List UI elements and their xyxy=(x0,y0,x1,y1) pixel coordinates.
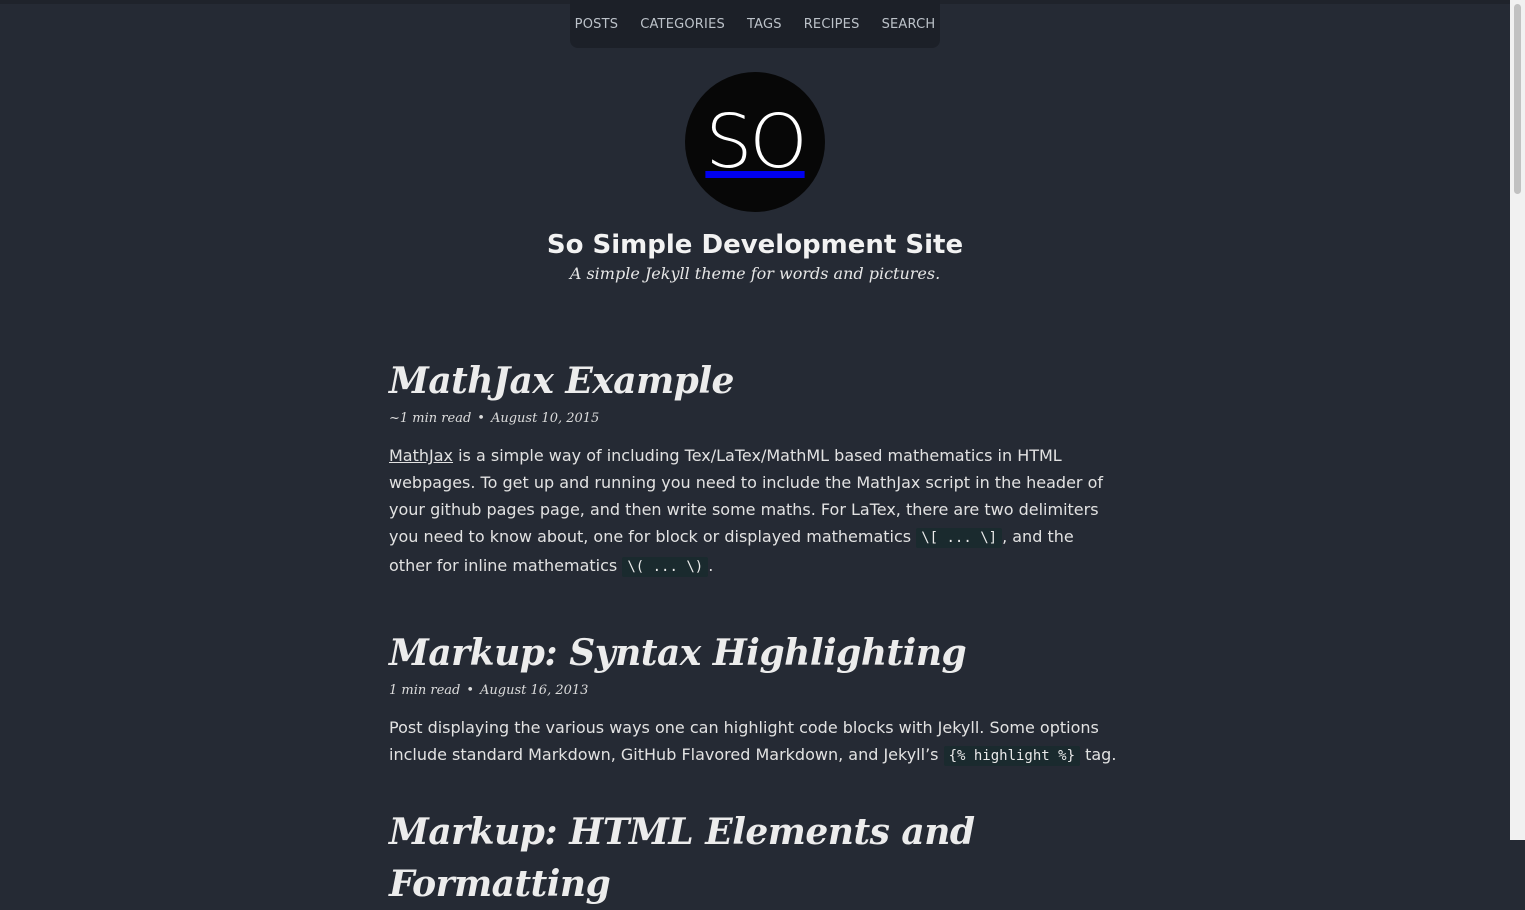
post-title-link[interactable]: Markup: Syntax Highlighting xyxy=(389,632,967,674)
post-excerpt: MathJax is a simple way of including Tex… xyxy=(389,442,1119,581)
nav-tags[interactable]: TAGS xyxy=(747,17,782,32)
nav-categories[interactable]: CATEGORIES xyxy=(640,17,725,32)
page-scrollbar[interactable] xyxy=(1510,0,1525,840)
post-meta: 1 min read • August 16, 2013 xyxy=(389,683,1119,698)
post-item: Markup: Syntax Highlighting 1 min read • A… xyxy=(389,627,1119,770)
scrollbar-thumb[interactable] xyxy=(1514,4,1521,194)
site-logo-text: SO xyxy=(705,99,807,185)
meta-separator: • xyxy=(466,683,475,698)
mathjax-link[interactable]: MathJax xyxy=(389,446,453,465)
nav-posts[interactable]: POSTS xyxy=(575,17,619,32)
post-meta: ~1 min read • August 10, 2015 xyxy=(389,411,1119,426)
nav-search[interactable]: SEARCH xyxy=(882,17,936,32)
post-title-link[interactable]: MathJax Example xyxy=(389,360,734,402)
post-date: August 16, 2013 xyxy=(480,683,589,698)
post-item: Markup: HTML Elements and Formatting xyxy=(389,806,1119,910)
post-read-time: 1 min read xyxy=(389,683,461,698)
post-date: August 10, 2015 xyxy=(490,411,600,426)
post-excerpt: Post displaying the various ways one can… xyxy=(389,714,1119,770)
excerpt-text: tag. xyxy=(1080,745,1117,764)
post-list: MathJax Example ~1 min read • August 10, 2… xyxy=(389,355,1119,910)
site-description: A simple Jekyll theme for words and pict… xyxy=(569,264,941,283)
inline-code: {% highlight %} xyxy=(943,746,1081,766)
post-title-link[interactable]: Markup: HTML Elements and Formatting xyxy=(389,811,975,905)
inline-code: \[ ... \] xyxy=(916,528,1003,548)
excerpt-text: . xyxy=(708,556,714,575)
post-title: MathJax Example xyxy=(389,355,1119,407)
post-read-time: ~1 min read xyxy=(389,411,472,426)
post-title: Markup: Syntax Highlighting xyxy=(389,627,1119,679)
nav-recipes[interactable]: RECIPES xyxy=(804,17,860,32)
main-nav: POSTS CATEGORIES TAGS RECIPES SEARCH xyxy=(570,0,940,48)
site-title[interactable]: So Simple Development Site xyxy=(0,230,1510,260)
post-item: MathJax Example ~1 min read • August 10, 2… xyxy=(389,355,1119,581)
site-logo[interactable]: SO xyxy=(685,72,825,212)
meta-separator: • xyxy=(477,411,485,426)
post-title: Markup: HTML Elements and Formatting xyxy=(389,806,1119,910)
inline-code: \( ... \) xyxy=(622,557,709,577)
